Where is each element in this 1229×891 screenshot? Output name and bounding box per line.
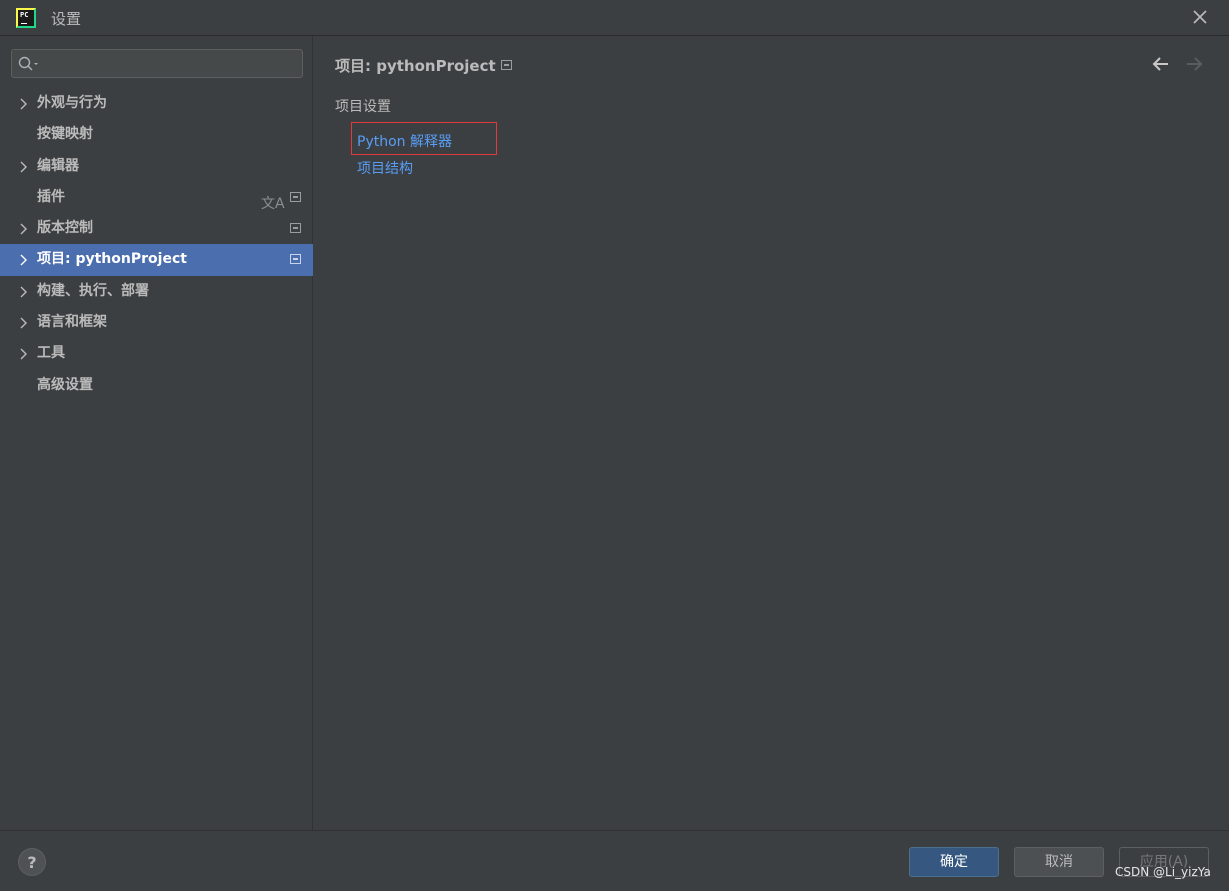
close-icon[interactable]	[1191, 8, 1209, 26]
sidebar-item-label: 项目: pythonProject	[37, 251, 187, 268]
arrow-left-icon[interactable]	[1151, 55, 1171, 73]
chevron-right-icon	[20, 317, 27, 329]
chevron-right-icon	[20, 161, 27, 173]
search-input[interactable]	[11, 49, 303, 78]
project-scope-icon	[290, 223, 301, 234]
sidebar-item-label: 插件	[37, 188, 65, 205]
title-bar: PC 设置	[0, 0, 1229, 36]
sidebar-item-editor[interactable]: 编辑器	[0, 151, 313, 182]
help-button[interactable]: ?	[18, 848, 46, 876]
ok-button[interactable]: 确定	[909, 847, 999, 877]
chevron-right-icon	[20, 98, 27, 110]
sidebar-item-label: 高级设置	[37, 376, 93, 393]
sidebar-item-version-control[interactable]: 版本控制	[0, 213, 313, 244]
settings-sidebar: 外观与行为 按键映射 编辑器 插件 文A 版本控制 项目: pythonProj…	[0, 36, 313, 830]
sidebar-item-project[interactable]: 项目: pythonProject	[0, 244, 313, 276]
cancel-button[interactable]: 取消	[1014, 847, 1104, 877]
settings-nav-tree: 外观与行为 按键映射 编辑器 插件 文A 版本控制 项目: pythonProj…	[0, 88, 313, 401]
arrow-right-icon[interactable]	[1184, 55, 1204, 73]
project-scope-icon	[290, 191, 301, 202]
chevron-right-icon	[20, 223, 27, 235]
section-title: 项目设置	[335, 99, 391, 115]
settings-content-pane: 项目: pythonProject 项目设置 Python 解释器 项目结构	[314, 36, 1229, 830]
sidebar-item-label: 编辑器	[37, 157, 79, 174]
sidebar-item-label: 按键映射	[37, 126, 93, 143]
project-scope-icon	[290, 254, 301, 265]
sidebar-item-languages-frameworks[interactable]: 语言和框架	[0, 307, 313, 338]
watermark: CSDN @Li_yizYa	[1115, 865, 1211, 879]
dialog-footer: ? 确定 取消 应用(A) CSDN @Li_yizYa	[0, 830, 1229, 891]
sidebar-item-advanced-settings[interactable]: 高级设置	[0, 370, 313, 401]
sidebar-item-keymap[interactable]: 按键映射	[0, 119, 313, 150]
sidebar-item-label: 版本控制	[37, 220, 93, 237]
sidebar-item-label: 外观与行为	[37, 95, 107, 111]
chevron-right-icon	[20, 348, 27, 360]
search-icon	[18, 56, 38, 71]
pycharm-logo-icon: PC	[16, 8, 36, 28]
sidebar-item-appearance[interactable]: 外观与行为	[0, 88, 313, 119]
page-title: 项目: pythonProject	[335, 57, 496, 75]
chevron-right-icon	[20, 286, 27, 298]
sidebar-item-label: 工具	[37, 345, 65, 362]
python-interpreter-link[interactable]: Python 解释器	[357, 131, 452, 151]
sidebar-item-tools[interactable]: 工具	[0, 338, 313, 369]
sidebar-item-plugins[interactable]: 插件 文A	[0, 182, 313, 213]
sidebar-item-label: 语言和框架	[37, 314, 107, 331]
project-structure-link[interactable]: 项目结构	[357, 158, 413, 178]
window-title: 设置	[51, 10, 82, 28]
chevron-right-icon	[20, 254, 27, 266]
project-scope-icon	[501, 60, 512, 70]
sidebar-item-build-execution-deployment[interactable]: 构建、执行、部署	[0, 276, 313, 307]
sidebar-item-label: 构建、执行、部署	[37, 282, 149, 299]
